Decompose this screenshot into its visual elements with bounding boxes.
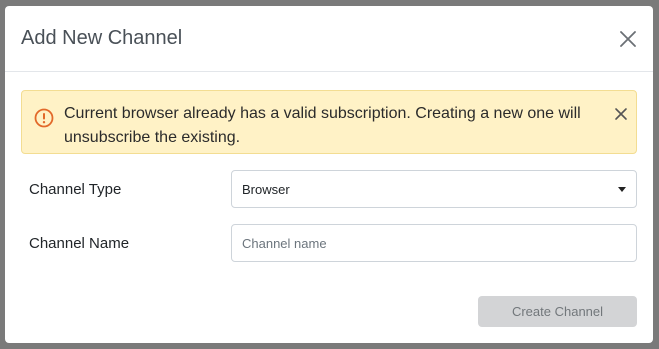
channel-name-input[interactable]: Channel name [231,224,637,262]
close-modal-button[interactable] [617,28,639,50]
channel-name-label: Channel Name [29,234,130,252]
channel-name-row: Channel Name Channel name [21,224,637,262]
alert-message: Current browser already has a valid subs… [64,105,581,146]
dismiss-alert-button[interactable] [614,107,628,121]
channel-type-select[interactable]: Browser [231,170,637,208]
modal-title: Add New Channel [21,27,183,49]
create-channel-button[interactable]: Create Channel [478,296,637,327]
modal-header: Add New Channel [5,6,653,72]
channel-type-selected-value: Browser [242,181,290,197]
exclamation-circle-icon [34,108,54,128]
close-icon [620,30,636,47]
caret-down-icon [618,186,626,192]
channel-type-row: Channel Type Browser [21,170,637,208]
modal-body: Current browser already has a valid subs… [5,72,653,262]
close-icon [615,108,627,120]
warning-alert: Current browser already has a valid subs… [21,90,637,154]
add-channel-modal: Add New Channel Current browser already … [5,6,653,343]
modal-footer: Create Channel [478,296,637,327]
channel-type-label: Channel Type [29,180,122,198]
